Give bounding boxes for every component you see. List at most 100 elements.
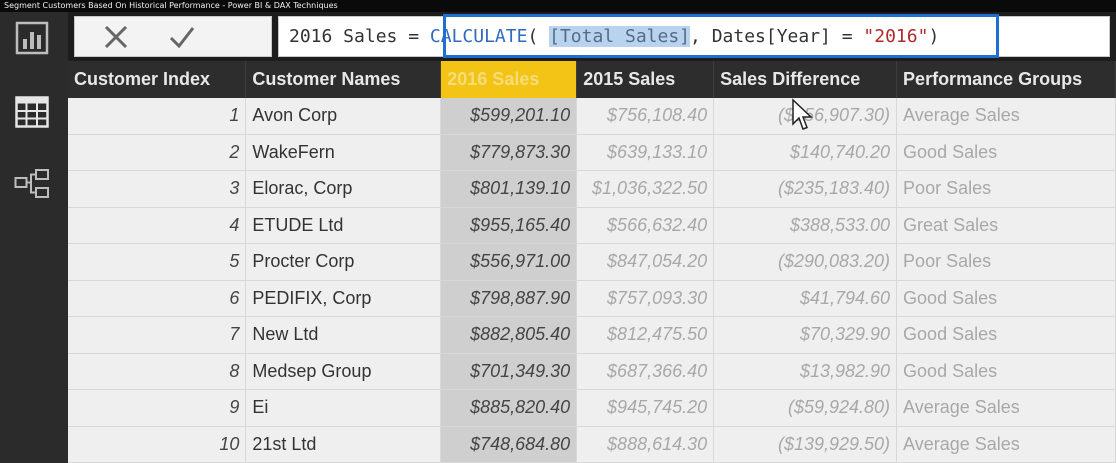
formula-string-literal: "2016" (863, 26, 929, 47)
formula-equals: = (397, 26, 430, 47)
sales-2015-cell[interactable]: $566,632.40 (576, 207, 715, 244)
performance-group-cell[interactable]: Good Sales (896, 316, 1116, 354)
sales-2016-cell[interactable]: $798,887.90 (440, 280, 578, 317)
view-switcher-rail (0, 12, 68, 463)
sales-difference-cell[interactable]: $41,794.60 (713, 280, 898, 317)
sales-2015-cell[interactable]: $847,054.20 (576, 243, 715, 281)
sales-difference-cell[interactable]: $388,533.00 (713, 207, 898, 244)
window-title: Segment Customers Based On Historical Pe… (0, 0, 1116, 12)
customer-index-cell[interactable]: 7 (68, 316, 247, 354)
performance-group-cell[interactable]: Good Sales (896, 353, 1116, 390)
performance-group-cell[interactable]: Average Sales (896, 389, 1116, 427)
sales-2015-cell[interactable]: $945,745.20 (576, 389, 715, 427)
sales-difference-cell[interactable]: $140,740.20 (713, 134, 898, 171)
column-header-customer-names[interactable]: Customer Names (245, 61, 442, 98)
customer-index-cell[interactable]: 9 (68, 389, 247, 427)
customer-index-cell[interactable]: 4 (68, 207, 247, 244)
customer-name-cell[interactable]: 21st Ltd (245, 426, 442, 463)
formula-measure-name: 2016 Sales (289, 26, 398, 47)
performance-group-cell[interactable]: Poor Sales (896, 243, 1116, 281)
table-row: 2 WakeFern $779,873.30 $639,133.10 $140,740.… (68, 134, 1116, 171)
customer-name-cell[interactable]: Avon Corp (245, 98, 442, 135)
sales-2016-cell[interactable]: $556,971.00 (440, 243, 578, 281)
performance-group-cell[interactable]: Average Sales (896, 98, 1116, 135)
table-row: 3 Elorac, Corp $801,139.10 $1,036,322.50 ($2… (68, 170, 1116, 208)
formula-measure-reference: [Total Sales] (549, 26, 691, 47)
customer-index-cell[interactable]: 3 (68, 170, 247, 208)
sales-2015-cell[interactable]: $1,036,322.50 (576, 170, 715, 208)
performance-group-cell[interactable]: Average Sales (896, 426, 1116, 463)
data-table: Customer Index Customer Names 2016 Sales… (68, 61, 1116, 463)
table-row: 10 21st Ltd $748,684.80 $888,614.30 ($139,92… (68, 426, 1116, 463)
sales-2015-cell[interactable]: $639,133.10 (576, 134, 715, 171)
data-view-button[interactable] (14, 94, 50, 130)
sales-2015-cell[interactable]: $757,093.30 (576, 280, 715, 317)
sales-2016-cell[interactable]: $701,349.30 (440, 353, 578, 390)
sales-difference-cell[interactable]: ($235,183.40) (713, 170, 898, 208)
table-row: 7 New Ltd $882,805.40 $812,475.50 $70,329.90… (68, 316, 1116, 354)
sales-difference-cell[interactable]: $13,982.90 (713, 353, 898, 390)
sales-2015-cell[interactable]: $756,108.40 (576, 98, 715, 135)
commit-formula-button[interactable] (167, 22, 197, 52)
customer-name-cell[interactable]: PEDIFIX, Corp (245, 280, 442, 317)
dax-formula-input[interactable]: 2016 Sales = CALCULATE( [Total Sales], D… (278, 14, 1110, 58)
sales-2015-cell[interactable]: $687,366.40 (576, 353, 715, 390)
formula-bar: 2016 Sales = CALCULATE( [Total Sales], D… (68, 12, 1116, 61)
customer-name-cell[interactable]: New Ltd (245, 316, 442, 354)
table-row: 9 Ei $885,820.40 $945,745.20 ($59,924.80) Ave… (68, 389, 1116, 427)
sales-difference-cell[interactable]: ($290,083.20) (713, 243, 898, 281)
formula-open-paren: ( (527, 26, 550, 47)
performance-group-cell[interactable]: Great Sales (896, 207, 1116, 244)
relationships-view-button[interactable] (14, 166, 50, 202)
customer-name-cell[interactable]: Medsep Group (245, 353, 442, 390)
sales-2015-cell[interactable]: $888,614.30 (576, 426, 715, 463)
column-header-customer-index[interactable]: Customer Index (68, 61, 247, 98)
column-header-sales-difference[interactable]: Sales Difference (713, 61, 898, 98)
sales-2016-cell[interactable]: $882,805.40 (440, 316, 578, 354)
customer-index-cell[interactable]: 8 (68, 353, 247, 390)
cancel-formula-button[interactable] (101, 22, 131, 52)
performance-group-cell[interactable]: Poor Sales (896, 170, 1116, 208)
customer-name-cell[interactable]: ETUDE Ltd (245, 207, 442, 244)
sales-2016-cell[interactable]: $955,165.40 (440, 207, 578, 244)
formula-commit-controls (74, 16, 272, 57)
sales-difference-cell[interactable]: $70,329.90 (713, 316, 898, 354)
customer-index-cell[interactable]: 1 (68, 98, 247, 135)
sales-2016-cell[interactable]: $779,873.30 (440, 134, 578, 171)
performance-group-cell[interactable]: Good Sales (896, 280, 1116, 317)
sales-difference-cell[interactable]: ($156,907.30) (713, 98, 898, 135)
sales-difference-cell[interactable]: ($139,929.50) (713, 426, 898, 463)
sales-2016-cell[interactable]: $885,820.40 (440, 389, 578, 427)
customer-name-cell[interactable]: Procter Corp (245, 243, 442, 281)
customer-name-cell[interactable]: Elorac, Corp (245, 170, 442, 208)
formula-function: CALCULATE (429, 26, 528, 47)
sales-2016-cell[interactable]: $801,139.10 (440, 170, 578, 208)
checkmark-icon (169, 27, 195, 49)
customer-index-cell[interactable]: 5 (68, 243, 247, 281)
performance-group-cell[interactable]: Good Sales (896, 134, 1116, 171)
table-row: 8 Medsep Group $701,349.30 $687,366.40 $13,9… (68, 353, 1116, 390)
column-header-2016-sales[interactable]: 2016 Sales (440, 61, 578, 98)
sales-2016-cell[interactable]: $599,201.10 (440, 98, 578, 135)
sales-difference-cell[interactable]: ($59,924.80) (713, 389, 898, 427)
table-row: 6 PEDIFIX, Corp $798,887.90 $757,093.30 $41,… (68, 280, 1116, 317)
table-header-row: Customer Index Customer Names 2016 Sales… (68, 61, 1116, 98)
sales-2015-cell[interactable]: $812,475.50 (576, 316, 715, 354)
table-row: 5 Procter Corp $556,971.00 $847,054.20 ($290… (68, 243, 1116, 281)
sales-2016-cell[interactable]: $748,684.80 (440, 426, 578, 463)
customer-name-cell[interactable]: WakeFern (245, 134, 442, 171)
customer-index-cell[interactable]: 10 (68, 426, 247, 463)
table-row: 4 ETUDE Ltd $955,165.40 $566,632.40 $388,533… (68, 207, 1116, 244)
column-header-performance-groups[interactable]: Performance Groups (896, 61, 1116, 98)
customer-index-cell[interactable]: 6 (68, 280, 247, 317)
formula-filter-expression: , Dates[Year] = (690, 26, 864, 47)
customer-name-cell[interactable]: Ei (245, 389, 442, 427)
relationships-view-icon (14, 169, 49, 198)
customer-index-cell[interactable]: 2 (68, 134, 247, 171)
report-view-button[interactable] (14, 20, 50, 56)
data-grid: Customer Index Customer Names 2016 Sales… (68, 61, 1116, 463)
data-view-icon (15, 96, 49, 128)
table-row: 1 Avon Corp $599,201.10 $756,108.40 ($156,90… (68, 98, 1116, 135)
column-header-2015-sales[interactable]: 2015 Sales (576, 61, 715, 98)
report-view-icon (15, 21, 49, 55)
